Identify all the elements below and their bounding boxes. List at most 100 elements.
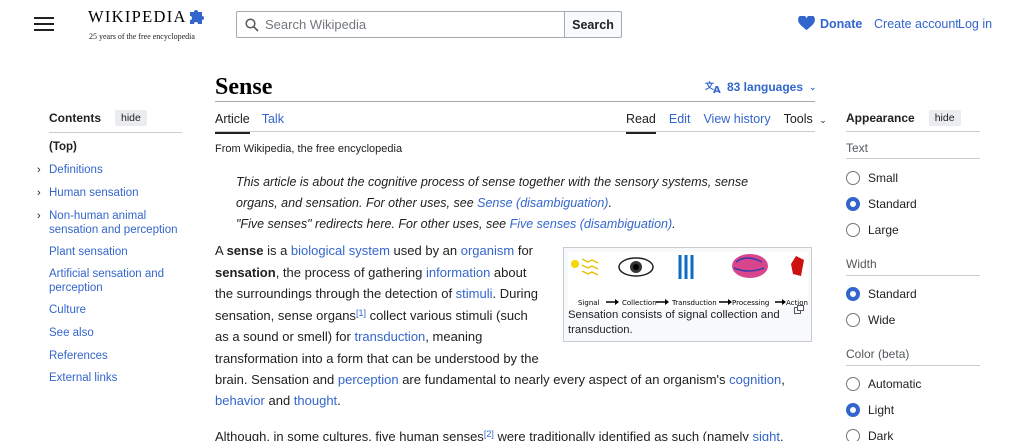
toc-item-top[interactable]: (Top) bbox=[49, 141, 184, 155]
login-link[interactable]: Log in bbox=[958, 17, 992, 31]
text: and bbox=[264, 393, 294, 408]
svg-text:A: A bbox=[713, 85, 721, 94]
title-divider bbox=[215, 101, 815, 102]
radio-circle[interactable] bbox=[846, 313, 860, 327]
hatnote-line: This article is about the cognitive proc… bbox=[236, 175, 749, 189]
enlarge-icon[interactable] bbox=[794, 305, 805, 314]
radio-label: Light bbox=[868, 403, 895, 417]
link-thought[interactable]: thought bbox=[294, 393, 337, 408]
search-icon bbox=[245, 17, 259, 32]
article-line: brain. Sensation and perception are fund… bbox=[215, 369, 785, 391]
radio-circle[interactable] bbox=[846, 429, 860, 441]
toc-item-see-also[interactable]: See also bbox=[49, 327, 184, 341]
diagram-label-signal: Signal bbox=[578, 299, 600, 307]
sensation-diagram-image[interactable]: Signal Collection Transduction Processin… bbox=[568, 252, 808, 308]
search-box[interactable] bbox=[236, 11, 564, 38]
wikipedia-logo[interactable]: WIKIPEDIA 25 years of the free encyclope… bbox=[88, 6, 206, 42]
donate-link[interactable]: Donate bbox=[798, 16, 862, 31]
translate-icon: 文 A bbox=[705, 80, 721, 94]
radio-color-dark[interactable]: Dark bbox=[846, 429, 893, 441]
radio-label: Standard bbox=[868, 287, 917, 301]
language-selector[interactable]: 文 A 83 languages ⌄ bbox=[705, 80, 817, 94]
citation-2[interactable]: [2] bbox=[484, 429, 494, 439]
color-label: Color (beta) bbox=[846, 347, 910, 361]
toc-item-label: Non-human animal sensation and perceptio… bbox=[49, 210, 178, 236]
radio-circle-selected[interactable] bbox=[846, 197, 860, 211]
text: . bbox=[672, 217, 676, 231]
toc-item-label: Human sensation bbox=[49, 187, 139, 199]
tabs-divider bbox=[215, 131, 815, 132]
tools-label: Tools bbox=[783, 112, 813, 126]
radio-text-small[interactable]: Small bbox=[846, 171, 898, 185]
toc-item-external-links[interactable]: External links bbox=[49, 372, 184, 386]
diagram-label-collection: Collection bbox=[622, 299, 657, 307]
link-perception[interactable]: perception bbox=[338, 372, 399, 387]
text: are fundamental to nearly every aspect o… bbox=[398, 372, 730, 387]
toc-item-definitions[interactable]: › Definitions bbox=[37, 164, 184, 178]
toc-title: Contents bbox=[49, 111, 101, 125]
toc-item-plant-sensation[interactable]: Plant sensation bbox=[49, 246, 184, 260]
appearance-hide-button[interactable]: hide bbox=[928, 110, 961, 126]
radio-label: Standard bbox=[868, 197, 917, 211]
citation-1[interactable]: [1] bbox=[356, 308, 366, 318]
radio-label: Wide bbox=[868, 313, 896, 327]
toc-hide-button[interactable]: hide bbox=[115, 110, 147, 126]
text: Although, in some cultures, five human s… bbox=[215, 429, 484, 441]
article-line: sensation, sense organs[1] collect vario… bbox=[215, 305, 528, 327]
logo-wordmark: WIKIPEDIA bbox=[88, 7, 187, 26]
create-account-link[interactable]: Create account bbox=[874, 17, 959, 31]
radio-circle-selected[interactable] bbox=[846, 403, 860, 417]
article-line: Although, in some cultures, five human s… bbox=[215, 426, 784, 441]
toc-item-non-human-animal[interactable]: › Non-human animal sensation and percepti… bbox=[37, 210, 184, 237]
link-cognition[interactable]: cognition bbox=[729, 372, 781, 387]
text: , bbox=[779, 429, 784, 441]
toc-item-label: Definitions bbox=[49, 164, 103, 176]
radio-color-light[interactable]: Light bbox=[846, 403, 894, 417]
text: sensation, sense organs bbox=[215, 308, 356, 323]
link-transduction[interactable]: transduction bbox=[354, 329, 425, 344]
text: . bbox=[608, 196, 612, 210]
text: . bbox=[337, 393, 341, 408]
toc-item-culture[interactable]: Culture bbox=[49, 304, 184, 318]
toc-header: Contents hide bbox=[36, 110, 186, 126]
radio-circle[interactable] bbox=[846, 223, 860, 237]
radio-width-standard[interactable]: Standard bbox=[846, 287, 917, 301]
radio-color-automatic[interactable]: Automatic bbox=[846, 377, 921, 391]
divider bbox=[846, 365, 980, 366]
radio-circle-selected[interactable] bbox=[846, 287, 860, 301]
radio-width-wide[interactable]: Wide bbox=[846, 313, 895, 327]
link-information[interactable]: information bbox=[426, 265, 490, 280]
link-stimuli[interactable]: stimuli bbox=[456, 286, 493, 301]
text: brain. Sensation and bbox=[215, 372, 338, 387]
chevron-right-icon[interactable]: › bbox=[37, 210, 41, 224]
divider bbox=[846, 275, 980, 276]
radio-text-large[interactable]: Large bbox=[846, 223, 899, 237]
text: is a bbox=[263, 243, 291, 258]
chevron-right-icon[interactable]: › bbox=[37, 164, 41, 178]
link-organism[interactable]: organism bbox=[461, 243, 514, 258]
text: . During bbox=[492, 286, 539, 301]
link-sight[interactable]: sight bbox=[753, 429, 780, 441]
radio-circle[interactable] bbox=[846, 377, 860, 391]
search-button[interactable]: Search bbox=[564, 11, 622, 38]
text: , bbox=[781, 372, 785, 387]
search-input[interactable] bbox=[265, 17, 545, 32]
radio-text-standard[interactable]: Standard bbox=[846, 197, 917, 211]
text: organs, and sensation. For other uses, s… bbox=[236, 196, 478, 210]
toc-item-references[interactable]: References bbox=[49, 350, 184, 364]
link-biological-system[interactable]: biological system bbox=[291, 243, 390, 258]
main-menu-icon[interactable] bbox=[34, 14, 54, 34]
text: A bbox=[215, 243, 227, 258]
radio-label: Dark bbox=[868, 429, 894, 441]
link-sense-disambiguation[interactable]: Sense (disambiguation) bbox=[477, 196, 608, 210]
article-line: as a sound or smell) for transduction, m… bbox=[215, 326, 482, 348]
chevron-right-icon[interactable]: › bbox=[37, 187, 41, 201]
radio-circle[interactable] bbox=[846, 171, 860, 185]
radio-label: Automatic bbox=[868, 377, 922, 391]
link-five-senses-disambiguation[interactable]: Five senses (disambiguation) bbox=[510, 217, 673, 231]
appearance-title: Appearance bbox=[846, 111, 915, 125]
toc-item-human-sensation[interactable]: › Human sensation bbox=[37, 187, 184, 201]
toc-item-artificial-sensation[interactable]: Artificial sensation and perception bbox=[49, 268, 184, 295]
link-behavior[interactable]: behavior bbox=[215, 393, 265, 408]
text: were traditionally identified as such (n… bbox=[493, 429, 753, 441]
